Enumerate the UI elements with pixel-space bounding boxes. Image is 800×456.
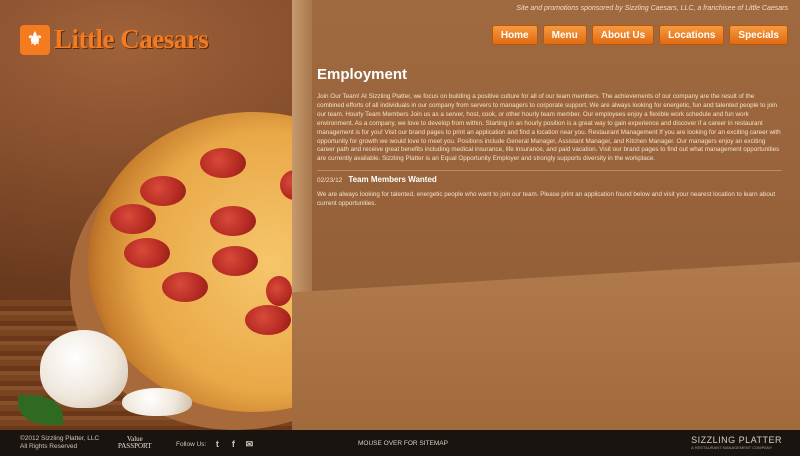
email-icon[interactable]: ✉ [244,439,254,449]
page-title: Employment [317,66,408,83]
pepperoni [162,272,208,302]
main-nav: Home Menu About Us Locations Specials [491,25,788,45]
value-passport-logo[interactable]: Value PASSPORT [118,436,152,450]
nav-menu[interactable]: Menu [542,25,587,45]
garlic-bulb [40,330,128,408]
copyright-text: ©2012 Sizzling Platter, LLC [20,435,100,442]
facebook-icon[interactable]: f [228,439,238,449]
nav-specials[interactable]: Specials [729,25,788,45]
sponsor-tagline: Site and promotions sponsored by Sizzlin… [516,5,788,12]
post-date: 02/23/12 [317,177,343,185]
passport-line2: PASSPORT [118,442,152,450]
brand-sub: A RESTAURANT MANAGEMENT COMPANY [691,445,773,450]
post-header: 02/23/12 Team Members Wanted [317,175,782,184]
pepperoni [212,246,258,276]
brand-name: SIZZLING PLATTER [691,435,782,445]
nav-locations[interactable]: Locations [659,25,725,45]
nav-home[interactable]: Home [491,25,538,45]
pepperoni [266,276,292,306]
pepperoni [124,238,170,268]
sizzling-platter-logo[interactable]: SIZZLING PLATTER A RESTAURANT MANAGEMENT… [691,435,782,450]
nav-about-us[interactable]: About Us [591,25,655,45]
pepperoni [200,148,246,178]
post-title[interactable]: Team Members Wanted [348,175,436,184]
pepperoni [245,305,291,335]
pepperoni [210,206,256,236]
pepperoni [140,176,186,206]
divider [317,170,782,172]
rights-text: All Rights Reserved [20,443,78,450]
garlic-clove [122,388,192,416]
twitter-icon[interactable]: t [212,439,222,449]
follow-us: Follow Us: t f ✉ [176,439,254,450]
intro-paragraph: Join Our Team! At Sizzling Platter, we f… [317,93,781,163]
copyright: ©2012 Sizzling Platter, LLC All Rights R… [20,435,99,451]
follow-label: Follow Us: [176,440,207,448]
pepperoni [110,204,156,234]
logo-text: Little Caesars [54,24,209,54]
footer: ©2012 Sizzling Platter, LLC All Rights R… [0,430,800,456]
post-body: We are always looking for talented, ener… [317,191,776,208]
caesar-icon: ⚜ [20,24,50,55]
main-content: Employment Join Our Team! At Sizzling Pl… [317,66,782,208]
site-logo[interactable]: ⚜ Little Caesars [20,24,209,55]
sitemap-link[interactable]: MOUSE OVER FOR SITEMAP [358,440,448,447]
